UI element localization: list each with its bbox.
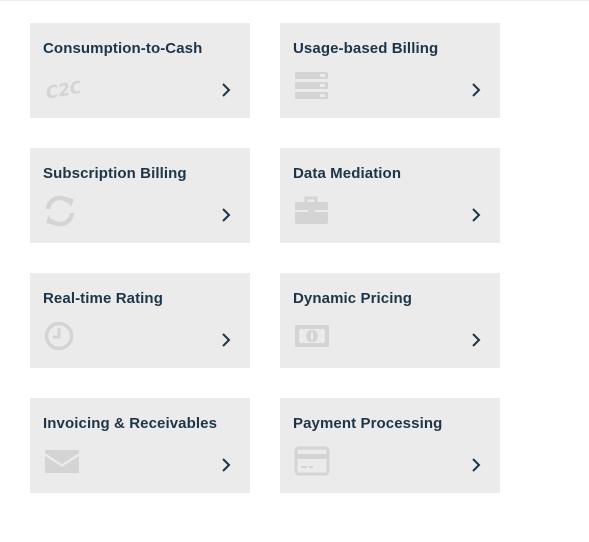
card-title: Consumption-to-Cash [43, 40, 203, 57]
card-title: Invoicing & Receivables [43, 415, 218, 432]
chevron-right-icon [220, 457, 232, 473]
card-usage-based-billing[interactable]: Usage-based Billing [280, 23, 500, 118]
money-bill-icon [294, 320, 330, 352]
chevron-right-icon [470, 207, 482, 223]
card-consumption-to-cash[interactable]: Consumption-to-Cash C2C [30, 23, 250, 118]
card-payment-processing[interactable]: Payment Processing [280, 398, 500, 493]
chevron-right-icon [220, 207, 232, 223]
c2c-logo-icon: C2C [44, 70, 80, 102]
briefcase-icon [294, 195, 330, 227]
svg-text:C2C: C2C [44, 78, 80, 102]
chevron-right-icon [470, 457, 482, 473]
server-stack-icon [294, 70, 330, 102]
chevron-right-icon [220, 332, 232, 348]
card-title: Payment Processing [293, 415, 443, 432]
card-title: Real-time Rating [43, 290, 163, 307]
card-title: Subscription Billing [43, 165, 187, 182]
solutions-grid: Consumption-to-Cash C2C Usage-based Bill… [30, 23, 500, 493]
card-title: Data Mediation [293, 165, 402, 182]
chevron-right-icon [470, 332, 482, 348]
envelope-icon [44, 445, 80, 477]
clock-icon [44, 320, 80, 352]
card-real-time-rating[interactable]: Real-time Rating [30, 273, 250, 368]
card-subscription-billing[interactable]: Subscription Billing [30, 148, 250, 243]
chevron-right-icon [470, 82, 482, 98]
credit-card-icon [294, 445, 330, 477]
card-title: Usage-based Billing [293, 40, 439, 57]
top-divider [0, 0, 589, 1]
refresh-icon [44, 195, 80, 227]
card-dynamic-pricing[interactable]: Dynamic Pricing [280, 273, 500, 368]
chevron-right-icon [220, 82, 232, 98]
card-title: Dynamic Pricing [293, 290, 413, 307]
card-data-mediation[interactable]: Data Mediation [280, 148, 500, 243]
card-invoicing-receivables[interactable]: Invoicing & Receivables [30, 398, 250, 493]
